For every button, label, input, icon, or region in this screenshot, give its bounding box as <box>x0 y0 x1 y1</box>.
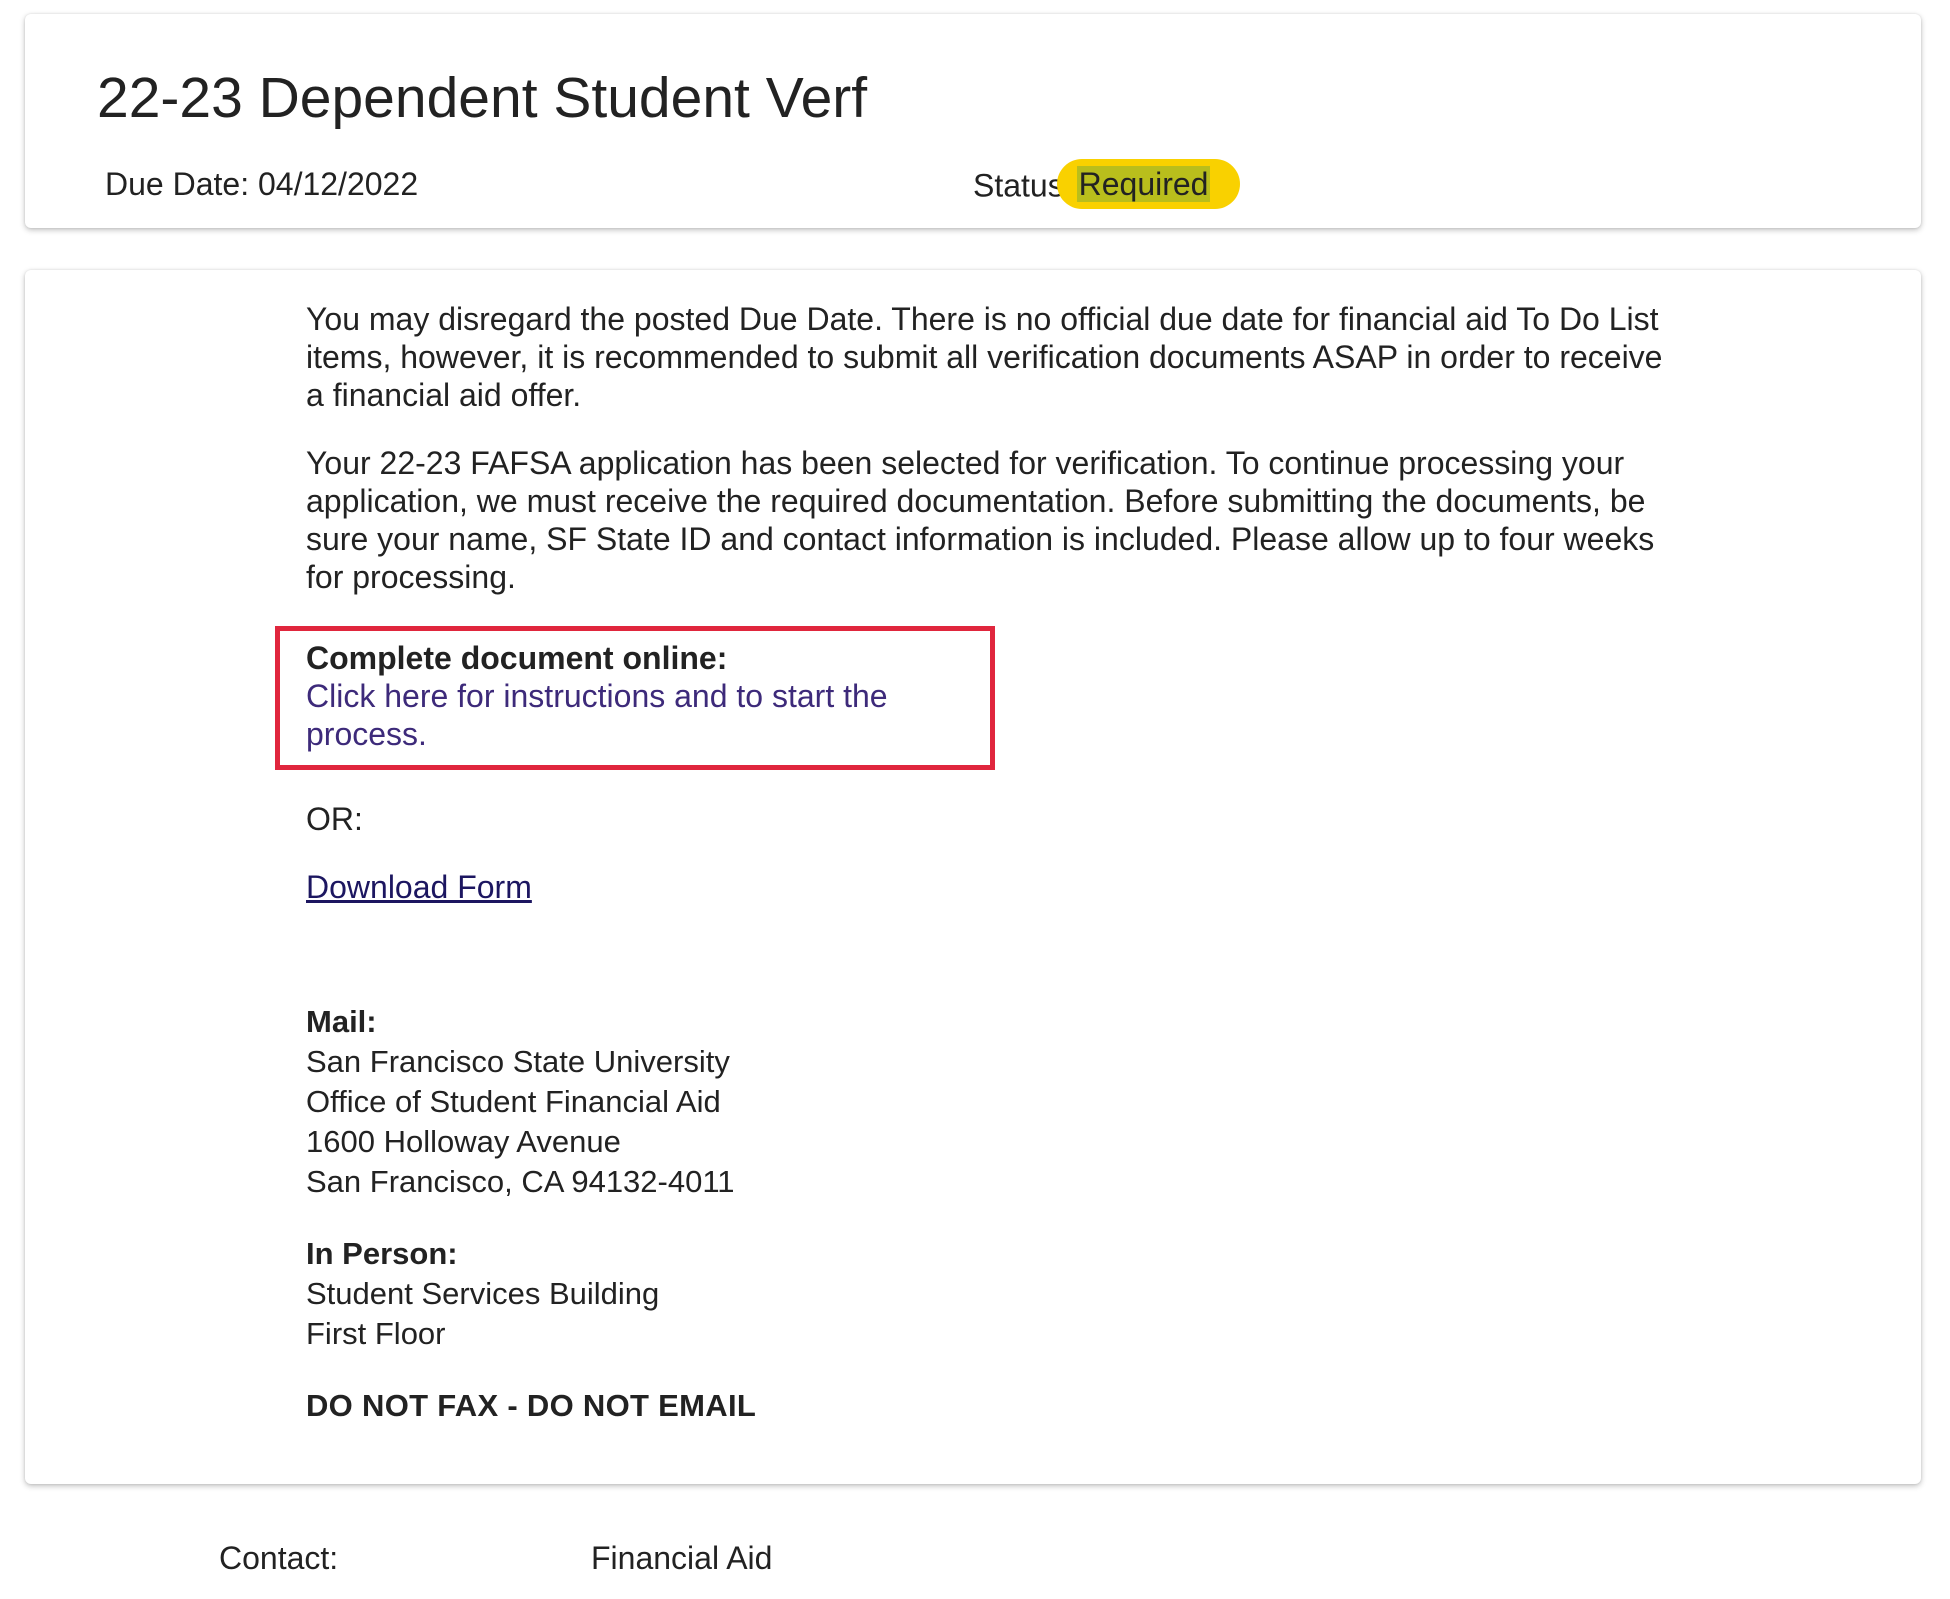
status-line: Status: Required <box>973 159 1241 213</box>
download-form-link[interactable]: Download Form <box>306 869 532 905</box>
online-completion-box: Complete document online: Click here for… <box>275 626 995 770</box>
page: 22-23 Dependent Student Verf Due Date: 0… <box>0 0 1950 1599</box>
mail-heading: Mail: <box>306 1004 377 1039</box>
mail-line: Office of Student Financial Aid <box>306 1084 721 1119</box>
status-value: Required <box>1076 166 1211 202</box>
in-person-line: First Floor <box>306 1316 446 1351</box>
in-person-block: In Person: Student Services Building Fir… <box>306 1234 1676 1354</box>
status-badge: Required <box>1056 159 1241 209</box>
contact-footer: Contact: Financial Aid <box>0 1520 1950 1599</box>
details-content: You may disregard the posted Due Date. T… <box>275 300 1676 1426</box>
in-person-heading: In Person: <box>306 1236 458 1271</box>
page-title: 22-23 Dependent Student Verf <box>97 66 868 130</box>
in-person-line: Student Services Building <box>306 1276 660 1311</box>
contact-label: Contact: <box>219 1540 339 1576</box>
todo-details-card: You may disregard the posted Due Date. T… <box>25 270 1921 1484</box>
due-date-note: You may disregard the posted Due Date. T… <box>306 301 1663 413</box>
todo-header-card: 22-23 Dependent Student Verf Due Date: 0… <box>25 14 1921 228</box>
or-separator: OR: <box>306 801 363 837</box>
mail-address-block: Mail: San Francisco State University Off… <box>306 1002 1676 1202</box>
verification-note: Your 22-23 FAFSA application has been se… <box>306 445 1655 595</box>
due-date: Due Date: 04/12/2022 <box>105 166 419 202</box>
online-heading: Complete document online: <box>306 640 728 676</box>
mail-line: San Francisco, CA 94132-4011 <box>306 1164 735 1199</box>
start-process-link[interactable]: Click here for instructions and to start… <box>306 678 888 752</box>
mail-line: San Francisco State University <box>306 1044 730 1079</box>
contact-value: Financial Aid <box>591 1540 773 1576</box>
no-fax-email-warning: DO NOT FAX - DO NOT EMAIL <box>306 1388 757 1423</box>
mail-line: 1600 Holloway Avenue <box>306 1124 621 1159</box>
